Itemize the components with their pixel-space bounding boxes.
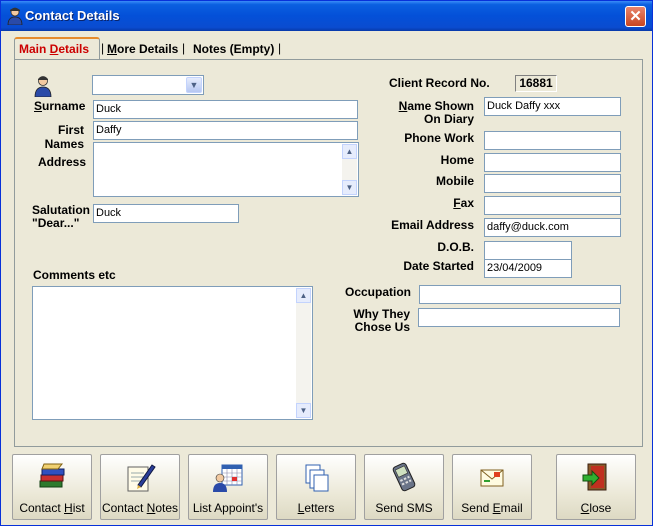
tab-label: Main (19, 42, 50, 56)
name-on-diary-field[interactable]: Duck Daffy xxx (484, 97, 621, 116)
home-label: Home (440, 153, 474, 167)
dob-field[interactable] (484, 241, 572, 260)
address-field[interactable]: ▲ ▼ (93, 142, 359, 197)
window-title: Contact Details (25, 8, 120, 23)
button-label: Send SMS (375, 501, 433, 515)
tab-label: etails (58, 42, 90, 56)
tab-label: Notes (Empty) (193, 42, 275, 56)
salutation-select[interactable]: ▼ (92, 75, 204, 95)
close-icon: ✕ (629, 8, 642, 25)
calendar-person-icon (213, 464, 243, 492)
occupation-field[interactable] (419, 285, 621, 304)
phone-work-field[interactable] (484, 131, 621, 150)
scroll-up-icon[interactable]: ▲ (342, 144, 357, 159)
button-label: Letters (297, 501, 335, 515)
mobile-label: Mobile (436, 174, 474, 188)
button-label: Contact Hist (19, 501, 85, 515)
client-record-label: Client Record No. (389, 76, 490, 90)
salutation-field[interactable]: Duck (93, 204, 239, 223)
fax-field[interactable] (484, 196, 621, 215)
tab-label-key: M (107, 42, 117, 56)
button-label: Contact Notes (101, 501, 179, 515)
phone-sms-icon (392, 462, 416, 492)
first-names-label: First Names (44, 123, 84, 151)
person-icon (7, 7, 23, 25)
send-sms-button[interactable]: Send SMS (364, 454, 444, 520)
fax-label: Fax (453, 196, 474, 210)
contact-history-button[interactable]: Contact Hist (12, 454, 92, 520)
contact-notes-button[interactable]: Contact Notes (100, 454, 180, 520)
salutation-label: Salutation "Dear..." (32, 203, 91, 230)
title-bar[interactable]: Contact Details ✕ (1, 1, 652, 31)
books-icon (39, 463, 65, 488)
letters-button[interactable]: Letters (276, 454, 356, 520)
tab-separator: | (278, 41, 282, 55)
home-phone-field[interactable] (484, 153, 621, 172)
contact-details-window: Contact Details ✕ Main Details | More De… (0, 0, 653, 526)
scroll-up-icon[interactable]: ▲ (296, 288, 311, 303)
scroll-down-icon[interactable]: ▼ (296, 403, 311, 418)
scroll-down-icon[interactable]: ▼ (342, 180, 357, 195)
why-chose-field[interactable] (418, 308, 620, 327)
email-label: Email Address (391, 218, 474, 232)
mobile-field[interactable] (484, 174, 621, 193)
surname-field[interactable]: Duck (93, 100, 358, 119)
surname-label: Surname (34, 99, 86, 113)
occupation-label: Occupation (345, 285, 412, 299)
chevron-down-icon[interactable]: ▼ (186, 77, 202, 93)
close-button[interactable]: Close (556, 454, 636, 520)
tab-main-details[interactable]: Main Details (14, 37, 100, 60)
phone-work-label: Phone Work (404, 131, 474, 145)
window-close-button[interactable]: ✕ (625, 6, 646, 27)
tab-notes[interactable]: Notes (Empty) (189, 40, 281, 59)
date-started-field[interactable]: 23/04/2009 (484, 259, 572, 278)
comments-field[interactable]: ▲ ▼ (32, 286, 313, 420)
button-label: Close (580, 501, 612, 515)
address-label: Address (38, 155, 87, 169)
email-field[interactable]: daffy@duck.com (484, 218, 621, 237)
tab-separator: | (182, 41, 186, 55)
tab-more-details[interactable]: More Details (103, 40, 187, 59)
person-icon (34, 76, 52, 97)
comments-label: Comments etc (33, 268, 116, 282)
notes-pen-icon (127, 464, 156, 492)
button-label: List Appoint's (192, 501, 264, 515)
date-started-label: Date Started (403, 259, 474, 273)
name-on-diary-label: Name Shown On Diary (398, 99, 474, 126)
comments-scrollbar[interactable]: ▲ ▼ (296, 288, 311, 418)
list-appointments-button[interactable]: List Appoint's (188, 454, 268, 520)
why-chose-label: Why They Chose Us (353, 307, 410, 334)
letters-icon (305, 464, 329, 492)
exit-door-icon (582, 463, 607, 491)
email-icon (480, 469, 504, 487)
send-email-button[interactable]: Send Email (452, 454, 532, 520)
first-names-field[interactable]: Daffy (93, 121, 358, 140)
tab-label: ore Details (117, 42, 179, 56)
button-label: Send Email (461, 501, 523, 515)
address-scrollbar[interactable]: ▲ ▼ (342, 144, 357, 195)
client-record-number: 16881 (515, 75, 557, 92)
dob-label: D.O.B. (437, 240, 474, 254)
